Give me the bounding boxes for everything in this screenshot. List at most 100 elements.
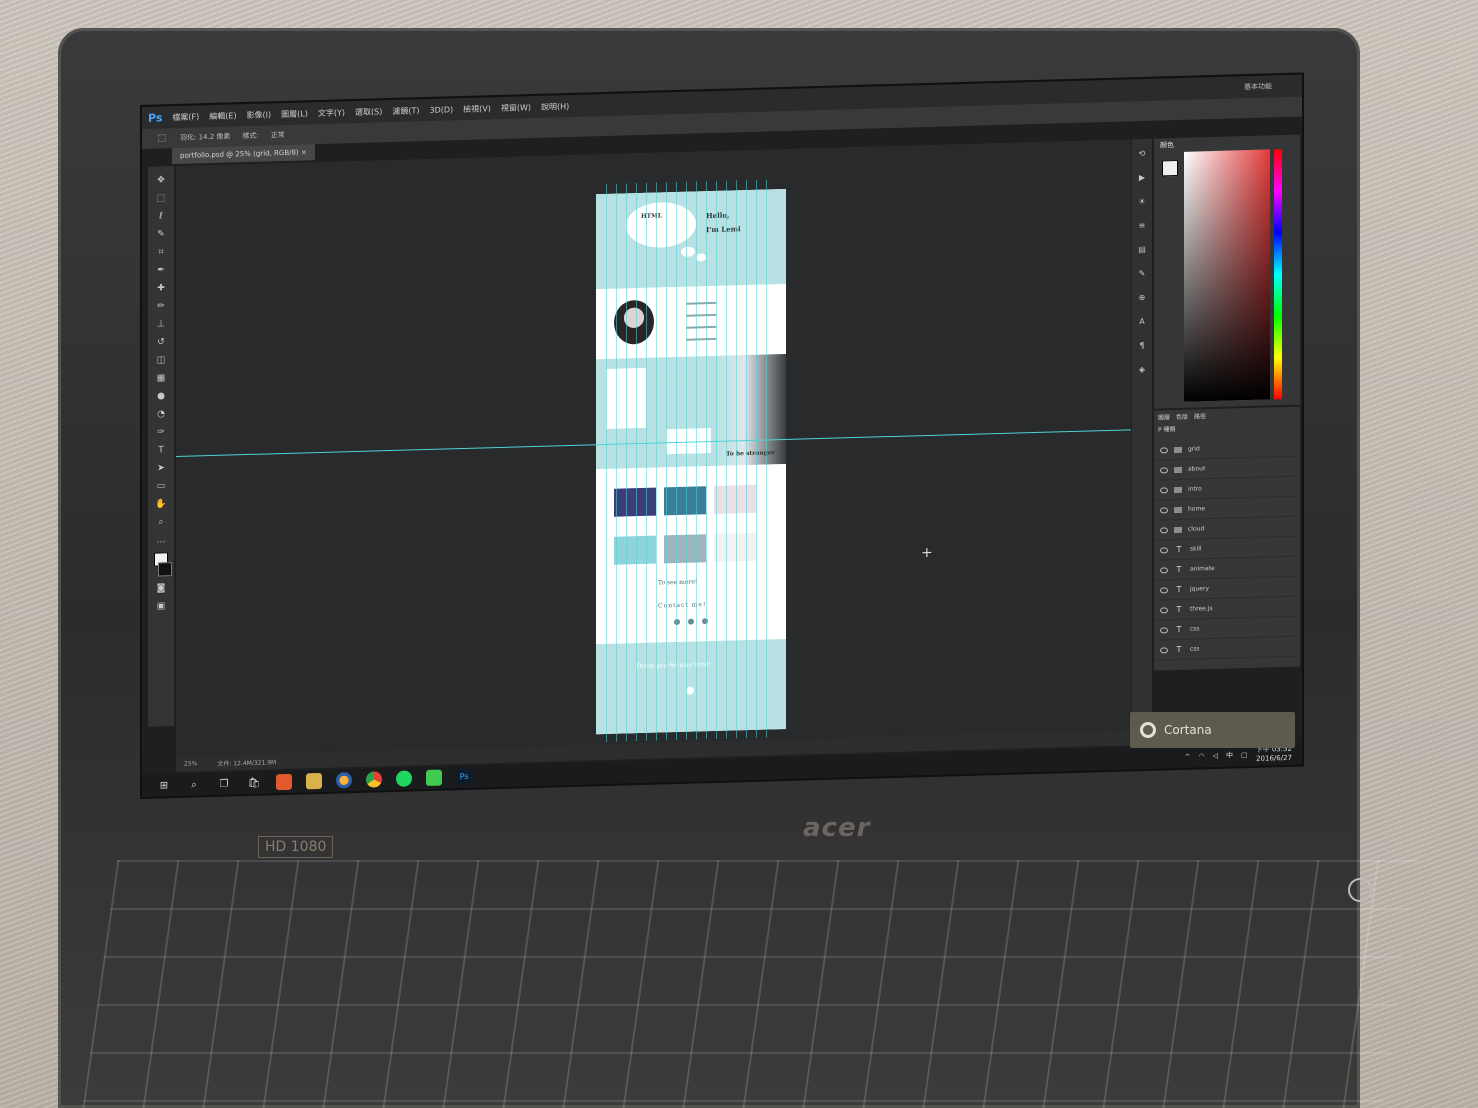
document-tab[interactable]: portfolio.psd @ 25% (grid, RGB/8) × <box>172 144 315 165</box>
store-icon[interactable]: 🛍 <box>246 775 262 791</box>
adjustments-panel-icon[interactable]: ☀ <box>1137 197 1147 207</box>
visibility-eye-icon[interactable] <box>1160 506 1168 514</box>
marquee-tool-icon[interactable]: ⬚ <box>155 192 167 204</box>
canvas-area[interactable]: HTML Hello, I'm Lemi To be stronger To s… <box>176 139 1131 756</box>
zoom-level[interactable]: 25% <box>184 760 197 767</box>
notification-icon[interactable]: ▢ <box>1241 751 1248 759</box>
paragraph-panel-icon[interactable]: ¶ <box>1137 341 1147 351</box>
firefox-icon[interactable] <box>336 772 352 789</box>
menu-view[interactable]: 檢視(V) <box>463 103 491 115</box>
visibility-eye-icon[interactable] <box>1160 566 1168 574</box>
marquee-options-icon[interactable]: ⬚ <box>156 132 168 144</box>
menu-layer[interactable]: 圖層(L) <box>281 108 308 120</box>
search-icon[interactable]: ⌕ <box>186 776 202 792</box>
tab-layers[interactable]: 圖層 <box>1158 412 1170 421</box>
workspace-switcher[interactable]: 基本功能 <box>1244 81 1272 92</box>
clone-stamp-icon[interactable]: ⊥ <box>155 318 167 330</box>
visibility-eye-icon[interactable] <box>1160 626 1168 634</box>
lasso-tool-icon[interactable]: ℓ <box>155 210 167 222</box>
menu-type[interactable]: 文字(Y) <box>318 107 345 119</box>
character-panel-icon[interactable]: A <box>1137 317 1147 327</box>
document-size[interactable]: 文件: 12.4M/321.9M <box>217 757 276 768</box>
visibility-eye-icon[interactable] <box>1160 586 1168 594</box>
color-panel-swatch[interactable] <box>1162 160 1178 177</box>
visibility-eye-icon[interactable] <box>1160 526 1168 534</box>
visibility-eye-icon[interactable] <box>1160 606 1168 614</box>
menu-filter[interactable]: 濾鏡(T) <box>392 105 419 117</box>
dodge-tool-icon[interactable]: ◔ <box>155 408 167 420</box>
menu-file[interactable]: 檔案(F) <box>172 111 199 123</box>
menu-edit[interactable]: 編輯(E) <box>209 110 236 122</box>
history-brush-icon[interactable]: ↺ <box>155 336 167 348</box>
file-explorer-icon[interactable] <box>306 772 322 790</box>
styles-panel-icon[interactable]: ▤ <box>1137 245 1147 255</box>
clone-source-icon[interactable]: ⊕ <box>1137 293 1147 303</box>
healing-brush-icon[interactable]: ✚ <box>155 282 167 294</box>
zoom-tool-icon[interactable]: ⌕ <box>155 516 167 528</box>
type-tool-icon[interactable]: T <box>155 444 167 456</box>
color-panel-tab[interactable]: 顏色 <box>1160 140 1174 150</box>
blur-tool-icon[interactable]: ● <box>155 390 167 402</box>
layer-name: css <box>1190 645 1200 653</box>
layer-row[interactable]: T css <box>1154 636 1300 661</box>
visibility-eye-icon[interactable] <box>1160 446 1168 454</box>
volume-icon[interactable]: ◁ <box>1213 752 1218 760</box>
brush-panel-icon[interactable]: ✎ <box>1137 269 1147 279</box>
crop-tool-icon[interactable]: ⌗ <box>155 246 167 258</box>
quick-mask-icon[interactable]: ◙ <box>155 582 167 594</box>
background-color-swatch[interactable] <box>158 562 172 577</box>
menu-help[interactable]: 說明(H) <box>541 101 569 113</box>
artboard-portfolio[interactable]: HTML Hello, I'm Lemi To be stronger To s… <box>596 188 786 735</box>
move-tool-icon[interactable]: ✥ <box>155 174 167 186</box>
chevron-up-icon[interactable]: ^ <box>1185 753 1191 761</box>
tab-channels[interactable]: 色版 <box>1176 412 1188 421</box>
see-more-link: To see more! <box>658 578 698 587</box>
line-icon[interactable] <box>426 769 442 787</box>
text-layer-icon: T <box>1176 644 1182 655</box>
spotify-icon[interactable] <box>396 770 412 787</box>
shape-tool-icon[interactable]: ▭ <box>155 480 167 492</box>
menu-image[interactable]: 影像(I) <box>247 109 272 121</box>
tab-paths[interactable]: 路徑 <box>1194 411 1206 420</box>
chrome-icon[interactable] <box>366 771 382 788</box>
history-panel-icon[interactable]: ⟲ <box>1137 149 1147 159</box>
screen-mode-icon[interactable]: ▣ <box>155 600 167 612</box>
path-select-icon[interactable]: ➤ <box>155 462 167 474</box>
actions-panel-icon[interactable]: ▶ <box>1137 173 1147 183</box>
windows-start-icon[interactable]: ⊞ <box>156 777 172 793</box>
layer-name: animate <box>1190 564 1215 573</box>
hue-slider[interactable] <box>1274 149 1282 400</box>
hand-tool-icon[interactable]: ✋ <box>155 498 167 510</box>
menu-window[interactable]: 視窗(W) <box>501 102 531 114</box>
quick-select-icon[interactable]: ✎ <box>155 228 167 240</box>
more-tools-icon[interactable]: … <box>155 534 167 546</box>
photoshop-taskbar-icon[interactable]: Ps <box>456 768 472 786</box>
work-thumbnail <box>714 484 756 514</box>
feather-field[interactable]: 羽化: 14.2 像素 <box>180 131 230 142</box>
task-view-icon[interactable]: ❐ <box>216 775 232 791</box>
pen-tool-icon[interactable]: ✑ <box>155 426 167 438</box>
style-select[interactable]: 正常 <box>271 130 285 140</box>
visibility-eye-icon[interactable] <box>1160 486 1168 494</box>
layer-name: css <box>1190 625 1200 633</box>
brand-logo: acer <box>803 813 871 843</box>
gradient-tool-icon[interactable]: ▦ <box>155 372 167 384</box>
3d-panel-icon[interactable]: ◈ <box>1137 365 1147 375</box>
layers-panel: 圖層 色版 路徑 P 種類 grid about intro home clou… <box>1154 406 1300 671</box>
visibility-eye-icon[interactable] <box>1160 546 1168 554</box>
wifi-icon[interactable]: ◠ <box>1198 752 1204 760</box>
properties-panel-icon[interactable]: ≡ <box>1137 221 1147 231</box>
brush-tool-icon[interactable]: ✏ <box>155 300 167 312</box>
office-app-icon[interactable] <box>276 773 292 791</box>
social-icon <box>674 618 680 626</box>
menu-select[interactable]: 選取(S) <box>355 106 382 118</box>
ime-indicator[interactable]: 中 <box>1226 750 1233 760</box>
layer-filter-select[interactable]: P 種類 <box>1158 424 1176 433</box>
eyedropper-icon[interactable]: ✒ <box>155 264 167 276</box>
menu-3d[interactable]: 3D(D) <box>429 105 453 115</box>
visibility-eye-icon[interactable] <box>1160 646 1168 654</box>
visibility-eye-icon[interactable] <box>1160 466 1168 474</box>
work-thumbnail <box>614 535 656 565</box>
eraser-tool-icon[interactable]: ◫ <box>155 354 167 366</box>
color-picker-field[interactable] <box>1184 149 1270 402</box>
